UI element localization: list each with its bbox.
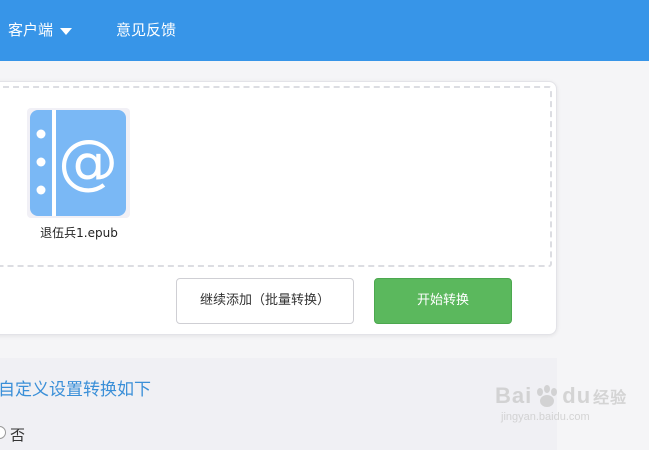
- settings-panel: [0, 358, 557, 450]
- client-menu-label: 客户端: [8, 21, 54, 39]
- watermark-brand: Bai: [495, 383, 533, 408]
- svg-text:@: @: [58, 127, 118, 197]
- watermark-url: jingyan.baidu.com: [501, 411, 590, 423]
- watermark-brand2: du: [562, 383, 592, 408]
- feedback-link[interactable]: 意见反馈: [116, 0, 176, 61]
- add-more-button[interactable]: 继续添加（批量转换）: [176, 278, 354, 324]
- caret-down-icon: [60, 27, 73, 35]
- file-name: 退伍兵1.epub: [40, 226, 118, 240]
- settings-title: 自定义设置转换如下: [0, 380, 151, 400]
- paw-icon: [537, 385, 558, 407]
- epub-at-icon: @: [30, 110, 126, 216]
- client-menu[interactable]: 客户端: [8, 0, 73, 61]
- start-convert-button[interactable]: 开始转换: [374, 278, 512, 324]
- option-label: 否: [10, 426, 26, 444]
- baidu-watermark: Bai du 经验 jingyan.baidu.com: [495, 383, 627, 423]
- top-navbar: 客户端 意见反馈: [0, 0, 649, 61]
- watermark-brand-cn: 经验: [593, 390, 628, 407]
